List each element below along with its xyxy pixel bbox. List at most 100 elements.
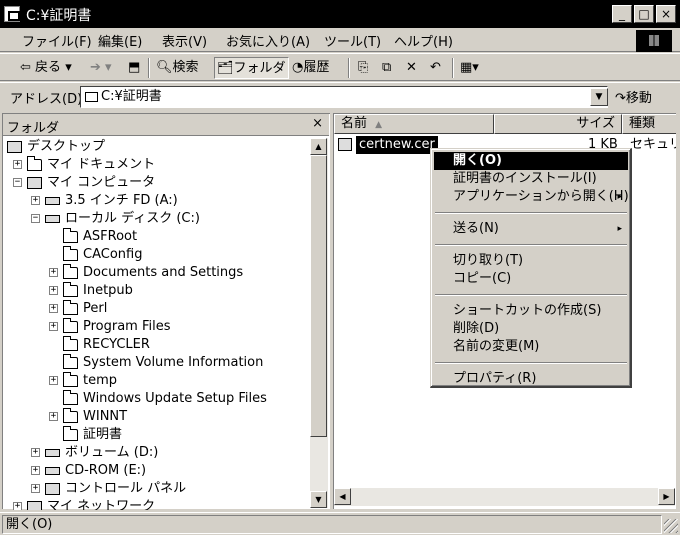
window-title: C:¥証明書: [26, 8, 92, 24]
tree-item[interactable]: + temp: [3, 372, 303, 390]
tree-item[interactable]: RECYCLER: [3, 336, 303, 354]
explorer-window-icon[interactable]: [4, 6, 20, 22]
address-dropdown-button[interactable]: ▼: [590, 88, 608, 106]
context-menu-item[interactable]: プロパティ(R): [434, 370, 628, 388]
context-menu-item-label: 送る(N): [453, 221, 499, 236]
menu-favorites[interactable]: お気に入り(A): [226, 31, 310, 50]
menu-help[interactable]: ヘルプ(H): [394, 31, 453, 50]
views-button[interactable]: ▦▾: [458, 57, 481, 79]
collapse-icon[interactable]: −: [13, 178, 22, 187]
expand-icon[interactable]: +: [49, 286, 58, 295]
move-to-button[interactable]: ⎘: [356, 57, 370, 79]
tree-item[interactable]: 証明書: [3, 426, 303, 444]
windows-logo-icon: [636, 30, 672, 52]
folder-pane-close-button[interactable]: ×: [312, 116, 323, 131]
menu-tools[interactable]: ツール(T): [324, 31, 381, 50]
collapse-icon[interactable]: −: [31, 214, 40, 223]
back-dropdown-icon[interactable]: ▾: [65, 60, 72, 75]
expand-icon[interactable]: +: [31, 196, 40, 205]
tree-item[interactable]: ASFRoot: [3, 228, 303, 246]
resize-grip[interactable]: [664, 519, 678, 533]
context-menu-item[interactable]: 名前の変更(M): [434, 338, 628, 356]
column-header-size[interactable]: サイズ: [494, 114, 622, 134]
menu-view[interactable]: 表示(V): [162, 31, 207, 50]
expand-icon[interactable]: +: [49, 412, 58, 421]
context-menu-item[interactable]: 切り取り(T): [434, 252, 628, 270]
expand-icon[interactable]: +: [31, 448, 40, 457]
forward-button[interactable]: ➔ ▾: [88, 57, 114, 79]
back-arrow-icon: ⇦: [20, 60, 31, 75]
search-button[interactable]: 🔍︎検索: [154, 57, 201, 79]
tree-item[interactable]: + マイ ドキュメント: [3, 156, 303, 174]
back-button[interactable]: ⇦ 戻る ▾: [18, 57, 74, 79]
tree-item[interactable]: + コントロール パネル: [3, 480, 303, 498]
history-button[interactable]: ◔履歴: [290, 57, 331, 79]
expand-icon[interactable]: +: [13, 502, 22, 510]
folder-icon: [63, 282, 78, 297]
tree-item[interactable]: − ローカル ディスク (C:): [3, 210, 303, 228]
scroll-left-button[interactable]: ◀: [334, 488, 351, 505]
maximize-button[interactable]: □: [634, 5, 654, 23]
tree-item[interactable]: + CD-ROM (E:): [3, 462, 303, 480]
tree-item[interactable]: CAConfig: [3, 246, 303, 264]
context-menu-item[interactable]: ショートカットの作成(S): [434, 302, 628, 320]
column-header-name[interactable]: 名前 ▲: [334, 114, 494, 134]
context-menu-item[interactable]: コピー(C): [434, 270, 628, 288]
tree-item[interactable]: System Volume Information: [3, 354, 303, 372]
expand-icon[interactable]: +: [49, 376, 58, 385]
file-list-hscrollbar[interactable]: ◀ ▶: [334, 488, 675, 506]
expand-icon[interactable]: +: [31, 484, 40, 493]
tree-item[interactable]: + Perl: [3, 300, 303, 318]
sort-ascending-icon: ▲: [375, 120, 383, 130]
context-menu-item[interactable]: アプリケーションから開く(H) ▸: [434, 188, 629, 206]
tree-item[interactable]: + ボリューム (D:): [3, 444, 303, 462]
context-menu-item[interactable]: 送る(N) ▸: [434, 220, 628, 238]
go-button[interactable]: ↷移動: [615, 87, 652, 106]
scroll-down-button[interactable]: ▼: [310, 491, 327, 508]
tree-item[interactable]: +3.5 インチ FD (A:): [3, 192, 303, 210]
pc-icon: [7, 141, 22, 153]
delete-button[interactable]: ✕: [404, 57, 419, 79]
expand-icon[interactable]: +: [49, 322, 58, 331]
tree-item[interactable]: + Program Files: [3, 318, 303, 336]
tree-item[interactable]: + マイ ネットワーク: [3, 498, 303, 510]
tree-item[interactable]: + WINNT: [3, 408, 303, 426]
undo-button[interactable]: ↶: [428, 57, 443, 79]
scroll-right-button[interactable]: ▶: [658, 488, 675, 505]
forward-dropdown-icon[interactable]: ▾: [105, 60, 112, 75]
column-header-type[interactable]: 種類: [622, 114, 676, 134]
tree-item[interactable]: デスクトップ: [3, 138, 303, 156]
tree-item[interactable]: − マイ コンピュータ: [3, 174, 303, 192]
menu-edit[interactable]: 編集(E): [98, 31, 142, 50]
context-menu-item[interactable]: 証明書のインストール(I): [434, 170, 628, 188]
tree-item-label: Documents and Settings: [83, 265, 244, 280]
context-menu-item[interactable]: 開く(O): [434, 152, 628, 170]
up-folder-button[interactable]: ⬒: [126, 57, 142, 79]
expand-icon[interactable]: +: [13, 160, 22, 169]
menu-file[interactable]: ファイル(F): [22, 31, 92, 50]
folders-button-label: フォルダ: [233, 61, 286, 76]
context-menu-item[interactable]: 削除(D): [434, 320, 628, 338]
copy-to-button[interactable]: ⧉: [380, 57, 393, 79]
tree-item[interactable]: Windows Update Setup Files: [3, 390, 303, 408]
views-dropdown-icon[interactable]: ▾: [472, 60, 479, 75]
scroll-thumb[interactable]: [310, 155, 327, 437]
tree-item[interactable]: + Inetpub: [3, 282, 303, 300]
expand-icon[interactable]: +: [49, 268, 58, 277]
folders-button[interactable]: 🗂︎フォルダ: [214, 57, 289, 79]
title-bar[interactable]: C:¥証明書 _ □ ×: [0, 0, 680, 28]
tree-item-label: Program Files: [83, 319, 171, 334]
close-button[interactable]: ×: [656, 5, 676, 23]
menu-separator: [435, 212, 627, 214]
address-input[interactable]: C:¥証明書: [80, 86, 608, 108]
expand-icon[interactable]: +: [31, 466, 40, 475]
file-name[interactable]: certnew.cer: [356, 136, 438, 154]
toolbar: ⇦ 戻る ▾ ➔ ▾ ⬒ 🔍︎検索 🗂︎フォルダ ◔履歴 ⎘ ⧉ ✕ ↶ ▦▾: [0, 53, 680, 81]
address-value: C:¥証明書: [101, 89, 162, 104]
folder-tree-scrollbar[interactable]: ▲ ▼: [310, 138, 328, 508]
expand-icon[interactable]: +: [49, 304, 58, 313]
scroll-up-button[interactable]: ▲: [310, 138, 327, 155]
search-button-label: 検索: [172, 60, 199, 75]
minimize-button[interactable]: _: [612, 5, 632, 23]
tree-item[interactable]: + Documents and Settings: [3, 264, 303, 282]
